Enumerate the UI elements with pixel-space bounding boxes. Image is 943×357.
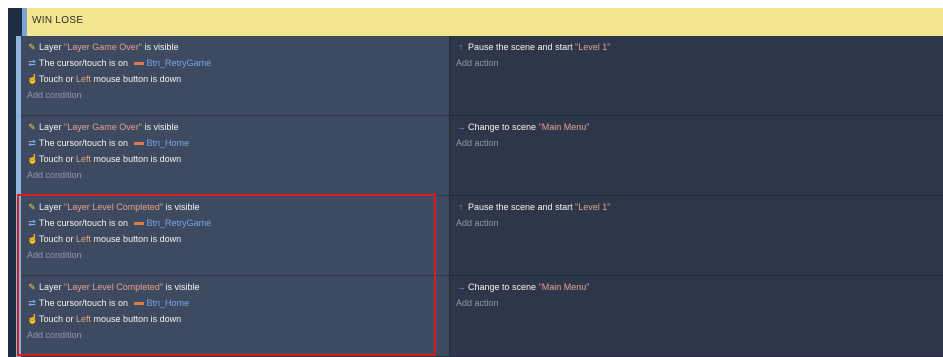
condition-layer-visible[interactable]: ✎ Layer "Layer Level Completed" is visibl…	[27, 200, 199, 215]
conditions-panel[interactable]: ✎ Layer "Layer Game Over" is visible ⇄ The…	[21, 36, 449, 116]
actions-panel[interactable]: → Change to scene "Main Menu" Add action	[449, 276, 943, 357]
add-action-link[interactable]: Add action	[456, 216, 499, 231]
arrow-right-icon: →	[456, 122, 466, 132]
actions-panel[interactable]: → Change to scene "Main Menu" Add action	[449, 116, 943, 196]
object-thumbnail-icon	[133, 62, 144, 66]
event-row[interactable]: ✎ Layer "Layer Game Over" is visible ⇄ The…	[16, 116, 943, 196]
condition-cursor-on-object[interactable]: ⇄ The cursor/touch is on Btn_Home	[27, 296, 189, 311]
touch-icon: ☝	[27, 234, 39, 244]
add-condition-link[interactable]: Add condition	[27, 168, 82, 183]
add-condition-link[interactable]: Add condition	[27, 248, 82, 263]
touch-icon: ☝	[27, 314, 39, 324]
add-action-link[interactable]: Add action	[456, 296, 499, 311]
action-change-scene[interactable]: → Change to scene "Main Menu"	[456, 120, 590, 135]
group-header-bar	[8, 8, 22, 36]
condition-mouse-down[interactable]: ☝Touch or Left mouse button is down	[27, 312, 181, 327]
object-thumbnail-icon	[133, 302, 144, 306]
cursor-icon: ⇄	[28, 218, 36, 228]
pencil-icon: ✎	[28, 122, 36, 132]
event-sheet: WIN LOSE ✎ Layer "Layer Game Over" is vis…	[0, 0, 943, 357]
condition-cursor-on-object[interactable]: ⇄ The cursor/touch is on Btn_RetryGame	[27, 56, 211, 71]
event-row[interactable]: ✎ Layer "Layer Level Completed" is visibl…	[16, 196, 943, 276]
add-condition-link[interactable]: Add condition	[27, 88, 82, 103]
event-row[interactable]: ✎ Layer "Layer Level Completed" is visibl…	[16, 276, 943, 357]
event-row[interactable]: ✎ Layer "Layer Game Over" is visible ⇄ The…	[16, 36, 943, 116]
condition-layer-visible[interactable]: ✎ Layer "Layer Game Over" is visible	[27, 40, 178, 55]
condition-mouse-down[interactable]: ☝Touch or Left mouse button is down	[27, 232, 181, 247]
cursor-icon: ⇄	[28, 298, 36, 308]
condition-mouse-down[interactable]: ☝Touch or Left mouse button is down	[27, 152, 181, 167]
action-pause-and-start[interactable]: ↑ Pause the scene and start "Level 1"	[456, 200, 611, 215]
group-header-accent	[22, 8, 27, 36]
condition-layer-visible[interactable]: ✎ Layer "Layer Level Completed" is visibl…	[27, 280, 199, 295]
conditions-panel[interactable]: ✎ Layer "Layer Level Completed" is visibl…	[21, 276, 449, 357]
pencil-icon: ✎	[28, 42, 36, 52]
condition-mouse-down[interactable]: ☝Touch or Left mouse button is down	[27, 72, 181, 87]
pencil-icon: ✎	[28, 202, 36, 212]
add-action-link[interactable]: Add action	[456, 56, 499, 71]
group-header[interactable]: WIN LOSE	[8, 8, 943, 36]
condition-cursor-on-object[interactable]: ⇄ The cursor/touch is on Btn_RetryGame	[27, 216, 211, 231]
condition-cursor-on-object[interactable]: ⇄ The cursor/touch is on Btn_Home	[27, 136, 189, 151]
cursor-icon: ⇄	[28, 138, 36, 148]
object-thumbnail-icon	[133, 222, 144, 226]
arrow-up-icon: ↑	[458, 42, 464, 52]
conditions-panel[interactable]: ✎ Layer "Layer Game Over" is visible ⇄ The…	[21, 116, 449, 196]
pencil-icon: ✎	[28, 282, 36, 292]
actions-panel[interactable]: ↑ Pause the scene and start "Level 1" Add…	[449, 196, 943, 276]
add-action-link[interactable]: Add action	[456, 136, 499, 151]
action-change-scene[interactable]: → Change to scene "Main Menu"	[456, 280, 590, 295]
condition-layer-visible[interactable]: ✎ Layer "Layer Game Over" is visible	[27, 120, 178, 135]
add-condition-link[interactable]: Add condition	[27, 328, 82, 343]
touch-icon: ☝	[27, 74, 39, 84]
arrow-right-icon: →	[456, 282, 466, 292]
event-sheet-gutter	[8, 36, 16, 357]
conditions-panel[interactable]: ✎ Layer "Layer Level Completed" is visibl…	[21, 196, 449, 276]
group-title: WIN LOSE	[32, 15, 84, 26]
actions-panel[interactable]: ↑ Pause the scene and start "Level 1" Add…	[449, 36, 943, 116]
touch-icon: ☝	[27, 154, 39, 164]
cursor-icon: ⇄	[28, 58, 36, 68]
action-pause-and-start[interactable]: ↑ Pause the scene and start "Level 1"	[456, 40, 611, 55]
object-thumbnail-icon	[133, 142, 144, 146]
arrow-up-icon: ↑	[458, 202, 464, 212]
